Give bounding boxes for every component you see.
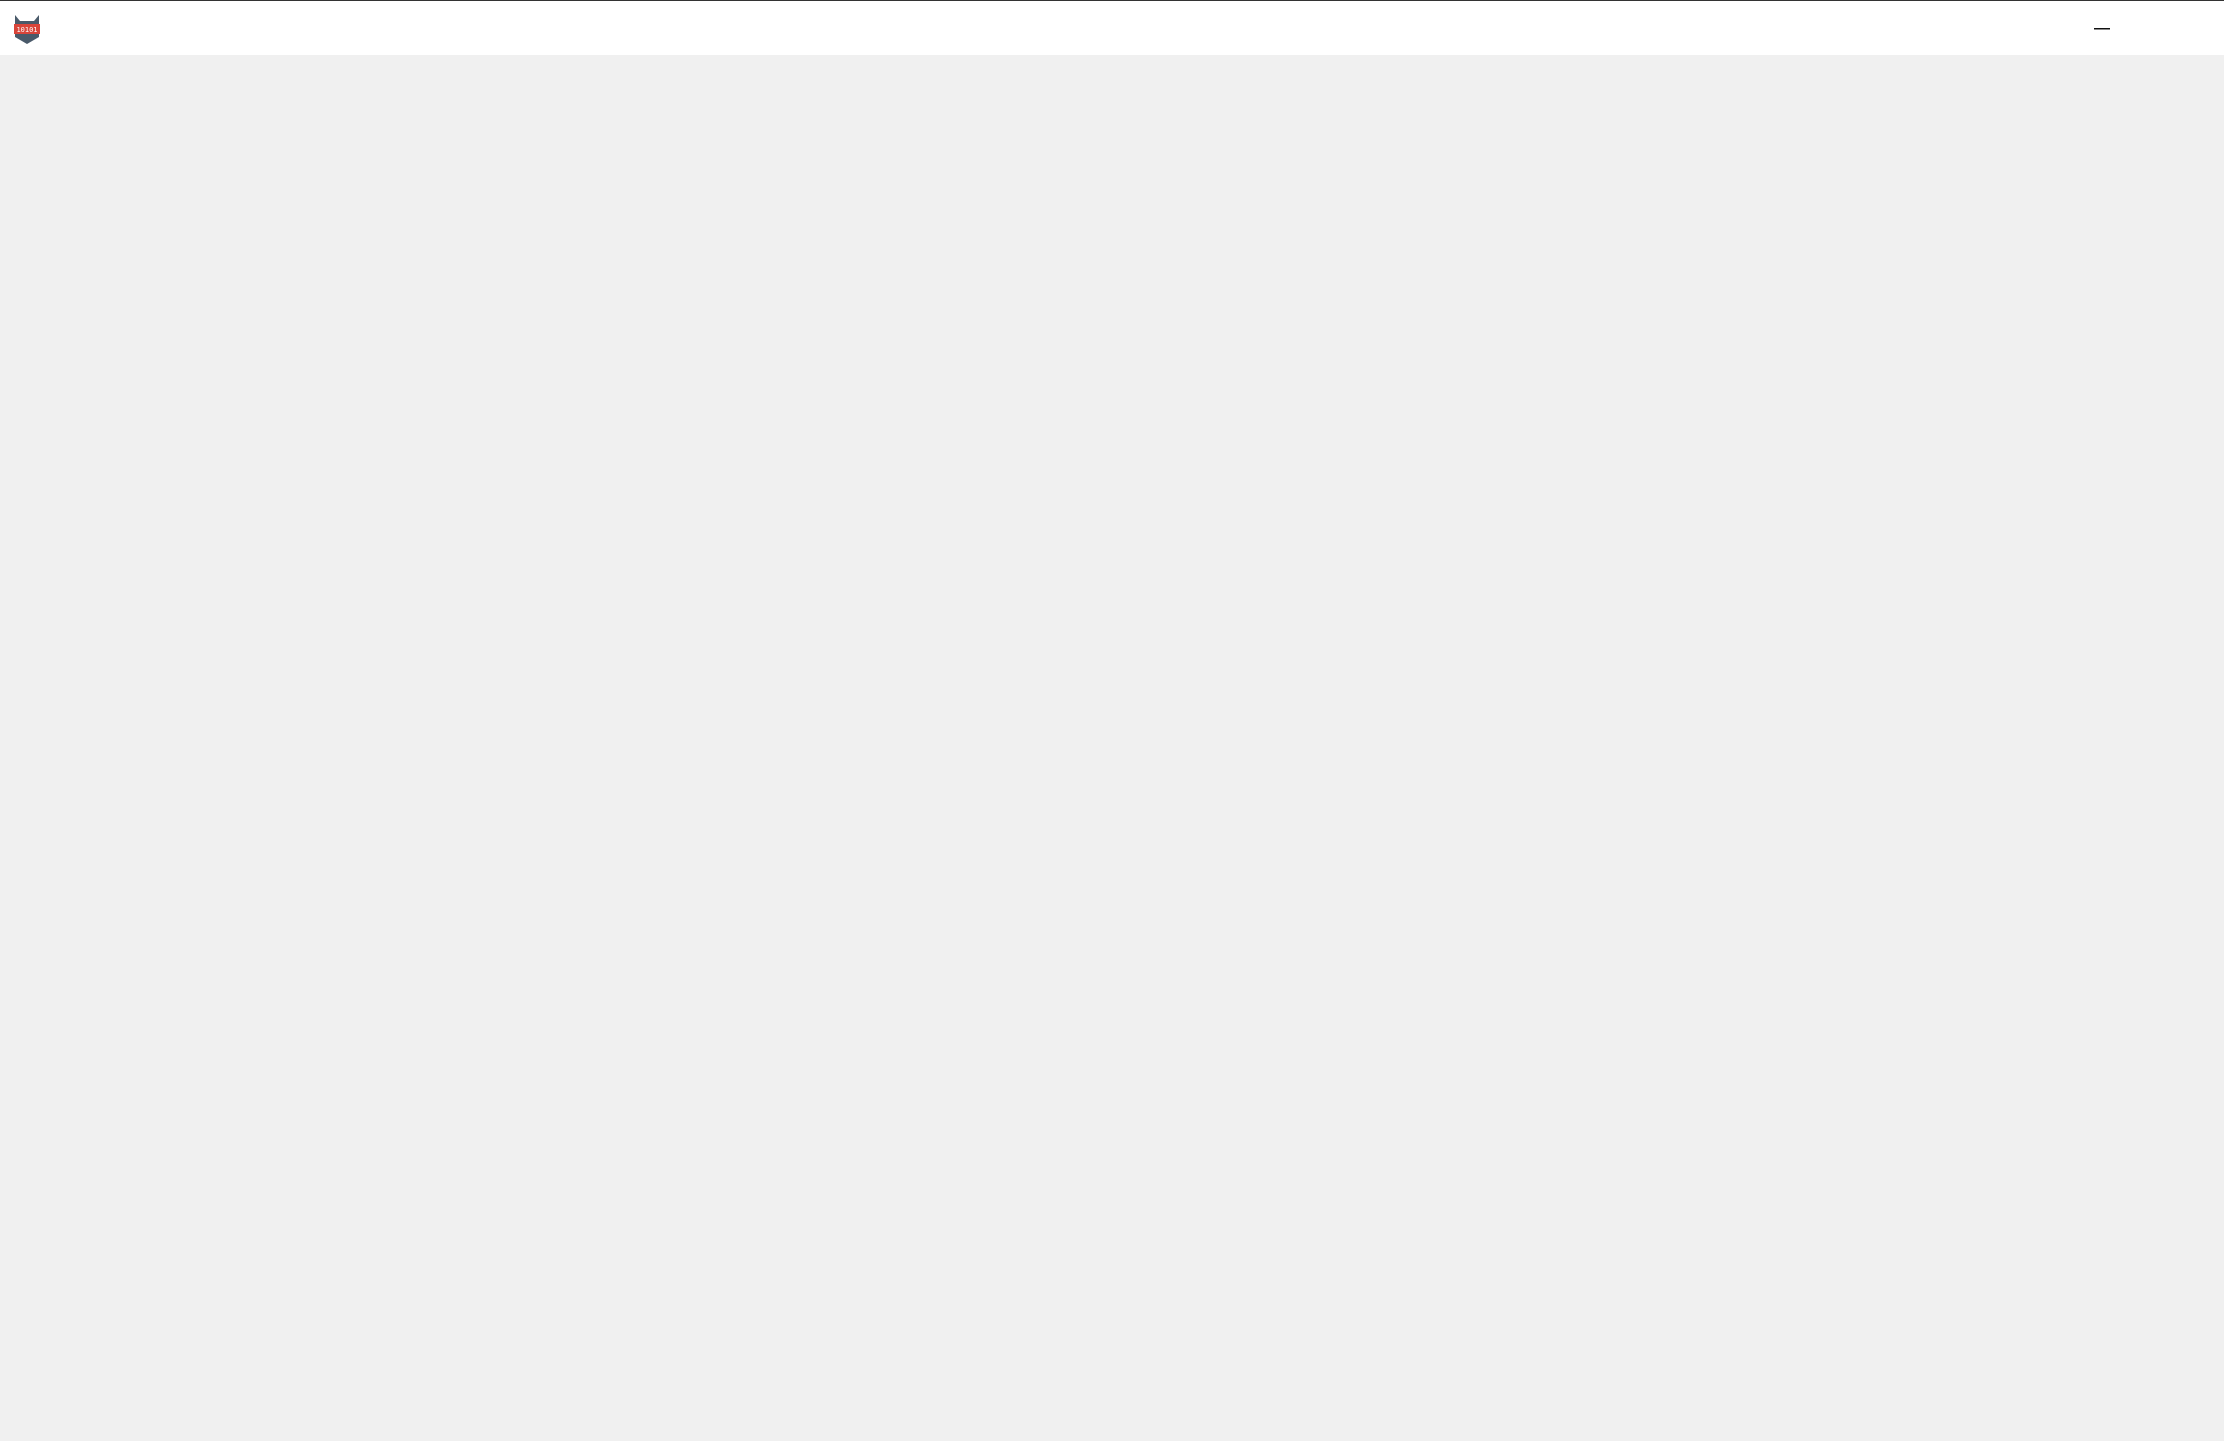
svg-text:10101: 10101 [16,26,37,34]
title-bar: 10101 [0,0,2224,55]
malcat-logo-icon: 10101 [14,15,40,44]
